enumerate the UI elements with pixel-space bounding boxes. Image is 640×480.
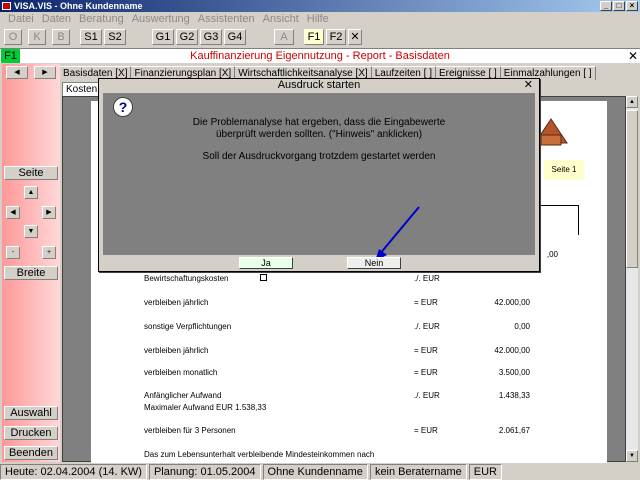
toolbar-g1-button[interactable]: G1 — [152, 29, 174, 45]
dialog-body: ? Die Problemanalyse hat ergeben, dass d… — [103, 93, 535, 261]
row-value: 1.438,33 — [498, 391, 530, 400]
close-window-button[interactable]: × — [626, 1, 638, 11]
toolbar-s1-button[interactable]: S1 — [80, 29, 102, 45]
breite-button[interactable]: Breite — [4, 266, 58, 280]
row-value: 42.000,00 — [494, 298, 530, 307]
row-label: verbleiben jährlich — [144, 346, 209, 355]
header-close-icon[interactable]: ✕ — [628, 49, 638, 63]
row-operator: = EUR — [414, 368, 438, 377]
maximize-button[interactable]: □ — [613, 1, 625, 11]
dialog-title: Ausdruck starten — [99, 79, 539, 92]
status-today: Heute: 02.04.2004 (14. KW) — [0, 464, 147, 480]
zoom-in-button[interactable]: + — [42, 246, 56, 259]
row-value: 42.000,00 — [494, 346, 530, 355]
row-label: Maximaler Aufwand EUR 1.538,33 — [144, 403, 267, 412]
seite-button[interactable]: Seite — [4, 166, 58, 180]
toolbar: O K B S1 S2 G1 G2 G3 G4 A F1 F2 ✕ — [0, 27, 640, 47]
menu-assistenten[interactable]: Assistenten — [194, 12, 259, 26]
tab-kosten[interactable]: Kosten — [62, 82, 102, 97]
page-up-icon[interactable]: ▲ — [24, 186, 38, 199]
zoom-out-button[interactable]: - — [6, 246, 20, 259]
page-left-icon[interactable]: ◀ — [6, 206, 20, 219]
menu-bar: Datei Daten Beratung Auswertung Assisten… — [0, 12, 640, 26]
scroll-up-icon[interactable]: ▲ — [626, 96, 638, 108]
dialog-message-line1: Die Problemanalyse hat ergeben, dass die… — [192, 117, 446, 128]
toolbar-g3-button[interactable]: G3 — [200, 29, 222, 45]
page-right-icon[interactable]: ▶ — [42, 206, 56, 219]
row-label: verbleiben für 3 Personen — [144, 426, 236, 435]
row-value: ,00 — [546, 250, 558, 259]
auswahl-button[interactable]: Auswahl — [4, 406, 58, 420]
menu-beratung[interactable]: Beratung — [75, 12, 128, 26]
row-operator: ./. EUR — [414, 391, 440, 400]
page-title: Kauffinanzierung Eigennutzung - Report -… — [190, 50, 450, 62]
prev-tab-icon[interactable]: ◀ — [6, 66, 28, 79]
toolbar-a-button[interactable]: A — [274, 29, 294, 45]
row-value: 3.500,00 — [498, 368, 530, 377]
menu-daten[interactable]: Daten — [38, 12, 75, 26]
status-advisor: kein Beratername — [369, 464, 467, 480]
dialog-message-line2: überprüft werden sollten. ("Hinweis" ank… — [215, 129, 423, 140]
menu-datei[interactable]: Datei — [4, 12, 38, 26]
toolbar-b-button[interactable]: B — [52, 29, 70, 45]
pointer-arrow-icon — [375, 206, 420, 261]
toolbar-g2-button[interactable]: G2 — [176, 29, 198, 45]
status-bar: Heute: 02.04.2004 (14. KW) Planung: 01.0… — [0, 464, 640, 480]
toolbar-close-icon[interactable]: ✕ — [348, 29, 362, 45]
row-operator: = EUR — [414, 298, 438, 307]
left-nav-panel: ◀ ▶ Seite ▲ ◀ ▶ ▼ - + Breite Auswahl Dru… — [2, 64, 60, 462]
menu-auswertung[interactable]: Auswertung — [128, 12, 194, 26]
status-customer: Ohne Kundenname — [262, 464, 368, 480]
dialog-message-line3: Soll der Ausdruckvorgang trotzdem gestar… — [202, 151, 436, 162]
app-icon — [2, 2, 11, 10]
yes-button[interactable]: Ja — [239, 257, 293, 269]
row-label: Bewirtschaftungskosten — [144, 274, 229, 283]
vertical-scrollbar[interactable]: ▲ ▼ — [626, 96, 638, 462]
toolbar-f1-button[interactable]: F1 — [304, 29, 324, 45]
minimize-button[interactable]: _ — [600, 1, 612, 11]
scroll-thumb[interactable] — [626, 110, 638, 268]
toolbar-f2-button[interactable]: F2 — [326, 29, 346, 45]
menu-ansicht[interactable]: Ansicht — [259, 12, 303, 26]
row-operator: ./. EUR — [414, 274, 440, 283]
no-button[interactable]: Nein — [347, 257, 401, 269]
row-operator: ./. EUR — [414, 322, 440, 331]
dialog-close-icon[interactable]: ✕ — [524, 79, 533, 92]
beenden-button[interactable]: Beenden — [4, 446, 58, 460]
next-tab-icon[interactable]: ▶ — [34, 66, 56, 79]
drucken-button[interactable]: Drucken — [4, 426, 58, 440]
row-label: verbleiben monatlich — [144, 368, 218, 377]
status-planning: Planung: 01.05.2004 — [148, 464, 261, 480]
toolbar-o-button[interactable]: O — [4, 29, 22, 45]
row-operator: = EUR — [414, 346, 438, 355]
menu-hilfe[interactable]: Hilfe — [303, 12, 333, 26]
toolbar-g4-button[interactable]: G4 — [224, 29, 246, 45]
scroll-down-icon[interactable]: ▼ — [626, 450, 638, 462]
row-label: sonstige Verpflichtungen — [144, 322, 232, 331]
title-bar: VISA.VIS - Ohne Kundenname _ □ × — [0, 0, 640, 12]
row-value: 0,00 — [514, 322, 530, 331]
row-label: Das zum Lebensunterhalt verbleibende Min… — [144, 450, 375, 459]
toolbar-k-button[interactable]: K — [28, 29, 46, 45]
window-title: VISA.VIS - Ohne Kundenname — [14, 1, 143, 11]
row-label: Anfänglicher Aufwand — [144, 391, 222, 400]
row-operator: = EUR — [414, 426, 438, 435]
page-down-icon[interactable]: ▼ — [24, 225, 38, 238]
status-currency: EUR — [468, 464, 502, 480]
toolbar-s2-button[interactable]: S2 — [104, 29, 126, 45]
report-seite-label: Seite 1 — [544, 160, 584, 180]
row-value: 2.061,67 — [498, 426, 530, 435]
row-label: verbleiben jährlich — [144, 298, 209, 307]
print-dialog: Ausdruck starten ✕ ? Die Problemanalyse … — [98, 78, 540, 272]
info-box-icon — [260, 274, 267, 281]
table-rule-vertical — [578, 205, 579, 235]
question-icon: ? — [113, 97, 133, 117]
report-header: F1 Kauffinanzierung Eigennutzung - Repor… — [0, 48, 640, 63]
